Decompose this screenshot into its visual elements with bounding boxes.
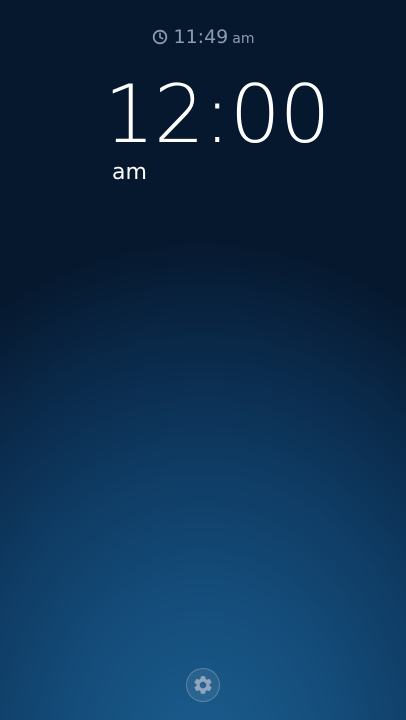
settings-button[interactable]: [186, 668, 220, 702]
current-time: 11:49: [173, 26, 229, 48]
alarm-ampm: am: [112, 160, 147, 185]
gear-icon: [194, 676, 212, 694]
current-time-ampm: am: [232, 31, 255, 47]
clock-icon: [152, 29, 167, 45]
alarm-time-display[interactable]: 12:00am: [104, 70, 364, 186]
current-time-bar: 11:49 am: [0, 24, 406, 50]
alarm-time[interactable]: 12:00: [104, 70, 331, 160]
